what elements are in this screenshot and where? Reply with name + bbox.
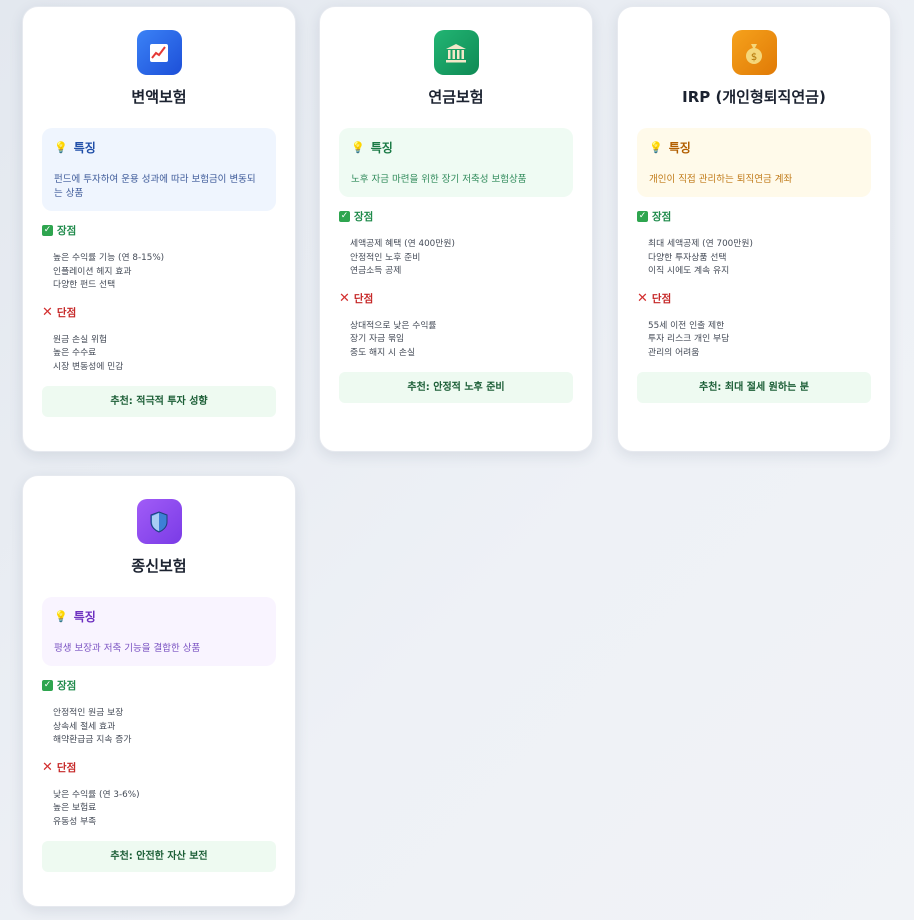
lightbulb-icon: 💡 — [54, 610, 68, 623]
list-item: 상속세 절세 효과 — [53, 721, 116, 732]
card-title: IRP (개인형퇴직연금) — [682, 88, 826, 106]
list-item: 유동성 부족 — [53, 816, 97, 827]
feature-label: 특징 — [73, 610, 96, 624]
card-title: 연금보험 — [428, 88, 484, 106]
list-item: 이직 시에도 계속 유지 — [648, 266, 730, 276]
card-whole-life-insurance: 종신보험 💡 특징 평생 보장과 저축 기능을 결합한 상품 ✓ 장점 안정적인 원… — [22, 475, 296, 907]
card-pension-insurance: 연금보험 💡 특징 노후 자금 마련을 위한 장기 저축성 보험상품 ✓ 장점 세액… — [319, 6, 593, 452]
cons-label: 단점 — [56, 306, 77, 319]
card-title: 변액보험 — [131, 88, 187, 106]
cons-label: 단점 — [353, 292, 374, 305]
lightbulb-icon: 💡 — [649, 141, 663, 154]
feature-text: 펀드에 투자하여 운용 성과에 따라 보험금이 변동되는 상품 — [54, 174, 256, 199]
cons-list: 낮은 수익률 (연 3-6%) 높은 보험료 유동성 부족 — [53, 789, 276, 830]
list-item: 55세 이전 인출 제한 — [648, 320, 725, 331]
feature-text: 평생 보장과 저축 기능을 결합한 상품 — [54, 643, 201, 654]
feature-label: 특징 — [73, 141, 96, 155]
lightbulb-icon: 💡 — [54, 141, 68, 154]
list-item: 상대적으로 낮은 수익률 — [350, 320, 437, 331]
list-item: 다양한 투자상품 선택 — [648, 252, 727, 263]
pros-list: 안정적인 원금 보장 상속세 절세 효과 해약환급금 지속 증가 — [53, 707, 276, 748]
chart-up-icon — [136, 30, 182, 75]
cons-list: 상대적으로 낮은 수익률 장기 자금 묶임 중도 해지 시 손실 — [350, 320, 573, 361]
list-item: 해약환급금 지속 증가 — [53, 735, 132, 745]
cons-list: 원금 손실 위험 높은 수수료 시장 변동성에 민감 — [53, 334, 276, 375]
checkmark-icon: ✓ — [637, 211, 648, 222]
shield-icon — [136, 499, 182, 544]
pros-list: 높은 수익률 기능 (연 8-15%) 인플레이션 헤지 효과 다양한 펀드 선… — [53, 252, 276, 293]
checkmark-icon: ✓ — [42, 680, 53, 691]
checkmark-icon: ✓ — [339, 211, 350, 222]
list-item: 투자 리스크 개인 부담 — [648, 334, 730, 344]
recommendation-banner: 추천: 적극적 투자 성향 — [42, 386, 276, 417]
feature-box: 💡 특징 펀드에 투자하여 운용 성과에 따라 보험금이 변동되는 상품 — [42, 128, 276, 211]
cons-label: 단점 — [56, 761, 77, 774]
list-item: 원금 손실 위험 — [53, 334, 108, 345]
list-item: 높은 수익률 기능 (연 8-15%) — [53, 253, 165, 263]
pros-list: 세액공제 혜택 (연 400만원) 안정적인 노후 준비 연금소득 공제 — [350, 238, 573, 279]
bank-icon — [433, 30, 479, 75]
list-item: 인플레이션 헤지 효과 — [53, 266, 132, 277]
pros-label: 장점 — [57, 225, 77, 237]
list-item: 안정적인 원금 보장 — [53, 708, 124, 718]
svg-text:$: $ — [751, 52, 757, 63]
list-item: 높은 수수료 — [53, 348, 97, 358]
checkmark-icon: ✓ — [42, 225, 53, 236]
pros-label: 장점 — [354, 211, 374, 223]
feature-text: 노후 자금 마련을 위한 장기 저축성 보험상품 — [351, 174, 527, 185]
cross-icon: ✕ — [42, 304, 53, 320]
feature-box: 💡 특징 노후 자금 마련을 위한 장기 저축성 보험상품 — [339, 128, 573, 197]
list-item: 낮은 수익률 (연 3-6%) — [53, 789, 140, 800]
card-variable-insurance: 변액보험 💡 특징 펀드에 투자하여 운용 성과에 따라 보험금이 변동되는 상품… — [22, 6, 296, 452]
pros-label: 장점 — [57, 680, 77, 692]
feature-label: 특징 — [668, 141, 691, 155]
recommendation-banner: 추천: 안정적 노후 준비 — [339, 372, 573, 403]
list-item: 세액공제 혜택 (연 400만원) — [350, 239, 455, 249]
list-item: 관리의 어려움 — [648, 347, 700, 358]
cross-icon: ✕ — [42, 759, 53, 775]
list-item: 안정적인 노후 준비 — [350, 252, 421, 263]
list-item: 연금소득 공제 — [350, 266, 402, 276]
list-item: 다양한 펀드 선택 — [53, 280, 116, 290]
feature-label: 특징 — [370, 141, 393, 155]
pros-label: 장점 — [652, 211, 672, 223]
list-item: 최대 세액공제 (연 700만원) — [648, 239, 753, 249]
feature-box: 💡 특징 개인이 직접 관리하는 퇴직연금 계좌 — [637, 128, 871, 197]
feature-box: 💡 특징 평생 보장과 저축 기능을 결합한 상품 — [42, 597, 276, 666]
cons-list: 55세 이전 인출 제한 투자 리스크 개인 부담 관리의 어려움 — [648, 320, 871, 361]
recommendation-banner: 추천: 안전한 자산 보전 — [42, 841, 276, 872]
cross-icon: ✕ — [339, 290, 350, 306]
cross-icon: ✕ — [637, 290, 648, 306]
card-title: 종신보험 — [131, 557, 187, 575]
pros-list: 최대 세액공제 (연 700만원) 다양한 투자상품 선택 이직 시에도 계속 … — [648, 238, 871, 279]
list-item: 중도 해지 시 손실 — [350, 347, 416, 358]
feature-text: 개인이 직접 관리하는 퇴직연금 계좌 — [649, 174, 793, 185]
list-item: 높은 보험료 — [53, 803, 97, 813]
recommendation-banner: 추천: 최대 절세 원하는 분 — [637, 372, 871, 403]
card-irp: $ IRP (개인형퇴직연금) 💡 특징 개인이 직접 관리하는 퇴직연금 계좌 … — [617, 6, 891, 452]
cons-label: 단점 — [651, 292, 672, 305]
money-bag-icon: $ — [731, 30, 777, 75]
lightbulb-icon: 💡 — [351, 141, 365, 154]
list-item: 장기 자금 묶임 — [350, 334, 405, 344]
list-item: 시장 변동성에 민감 — [53, 361, 124, 372]
